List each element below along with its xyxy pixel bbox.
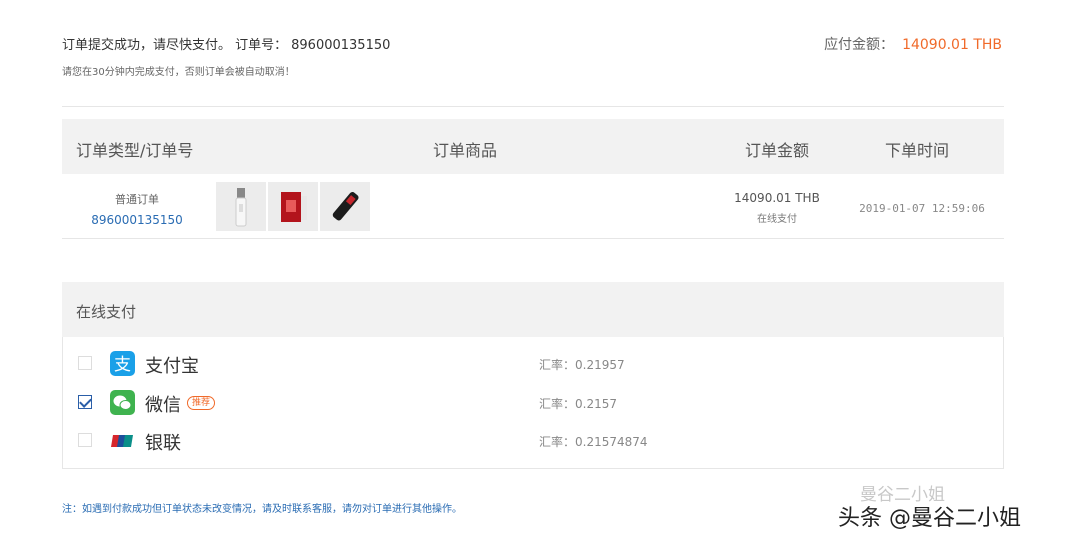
order-table-header: 订单类型/订单号 订单商品 订单金额 下单时间 <box>62 119 1004 174</box>
submit-text: 订单提交成功，请尽快支付。 订单号： <box>62 38 288 53</box>
amount-due-value: 14090.01 THB <box>902 37 1002 53</box>
order-amount-cell: 14090.01 THB 在线支付 <box>727 191 827 225</box>
recommended-badge: 推荐 <box>187 396 216 410</box>
product-thumbnail-box[interactable] <box>268 182 318 231</box>
unionpay-rate: 汇率：0.21574874 <box>539 435 648 449</box>
product-thumbnail-device[interactable] <box>320 182 370 231</box>
order-time: 2019-01-07 12:59:06 <box>859 202 985 215</box>
wechat-rate: 汇率：0.2157 <box>539 397 617 411</box>
alipay-icon: 支 <box>110 351 135 376</box>
divider <box>62 106 1004 107</box>
alipay-rate: 汇率：0.21957 <box>539 358 625 372</box>
unionpay-icon <box>110 428 135 453</box>
order-type: 普通订单 <box>115 193 159 206</box>
wechat-icon <box>110 390 135 415</box>
amount-due-label: 应付金额： <box>824 37 895 53</box>
unionpay-checkbox[interactable] <box>78 433 92 447</box>
amount-due: 应付金额： 14090.01 THB <box>824 34 1002 54</box>
order-number: 896000135150 <box>291 38 391 53</box>
wechat-label: 微信 <box>145 395 181 416</box>
order-type-cell: 普通订单 896000135150 <box>62 191 212 227</box>
col-order-time: 下单时间 <box>885 141 950 160</box>
wechat-checkbox[interactable] <box>78 395 92 409</box>
unionpay-label: 银联 <box>145 433 181 454</box>
watermark-line2: 头条 @曼谷二小姐 <box>838 506 1021 531</box>
order-amount: 14090.01 THB <box>734 191 820 205</box>
payment-deadline-notice: 请您在30分钟内完成支付，否则订单会被自动取消！ <box>62 67 295 78</box>
product-thumbnail-serum[interactable] <box>216 182 266 231</box>
pay-mode: 在线支付 <box>757 214 797 225</box>
alipay-label: 支付宝 <box>145 356 199 377</box>
payment-options: 支 支付宝 汇率：0.21957 微信 推荐 汇率：0.2157 银联 汇率：0… <box>62 337 1004 469</box>
online-payment-header: 在线支付 <box>62 282 1004 337</box>
col-order-type: 订单类型/订单号 <box>76 141 194 160</box>
order-summary: 订单提交成功，请尽快支付。 订单号： 896000135150 请您在30分钟内完… <box>62 34 1002 78</box>
payment-option-unionpay[interactable]: 银联 汇率：0.21574874 <box>63 426 1003 456</box>
table-row: 普通订单 896000135150 14090.01 THB 在线支付 2019… <box>62 175 1004 239</box>
payment-option-alipay[interactable]: 支 支付宝 汇率：0.21957 <box>63 349 1003 379</box>
alipay-checkbox[interactable] <box>78 356 92 370</box>
order-number-link[interactable]: 896000135150 <box>62 213 212 227</box>
col-order-amount: 订单金额 <box>745 141 810 160</box>
svg-text:支: 支 <box>114 355 131 375</box>
online-payment-title: 在线支付 <box>76 303 137 321</box>
payment-option-wechat[interactable]: 微信 推荐 汇率：0.2157 <box>63 388 1003 418</box>
footer-note: 注：如遇到付款成功但订单状态未改变情况，请及时联系客服，请勿对订单进行其他操作。 <box>62 504 462 515</box>
col-order-items: 订单商品 <box>433 141 498 160</box>
